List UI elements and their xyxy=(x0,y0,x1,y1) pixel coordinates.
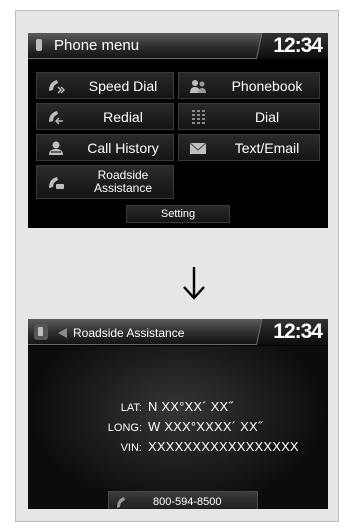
roadside-assistance-button[interactable]: Roadside Assistance xyxy=(36,165,174,199)
figure-panel: Phone menu 12:34 Speed Dial Phonebook Re… xyxy=(15,10,339,522)
roadside-assistance-screen: Roadside Assistance 12:34 LAT: N XX°XX´ … xyxy=(28,319,328,509)
speed-dial-label: Speed Dial xyxy=(88,77,158,94)
redial-label: Redial xyxy=(103,108,143,125)
clock: 12:34 xyxy=(273,320,323,343)
call-number-button[interactable]: 800-594-8500 xyxy=(108,491,258,509)
roadside-label-line2: Assistance xyxy=(93,181,153,195)
vin-value: XXXXXXXXXXXXXXXXX xyxy=(148,439,299,454)
call-history-icon xyxy=(49,141,63,155)
clock: 12:34 xyxy=(273,34,323,57)
latitude-value: N XX°XX´ XX˝ xyxy=(148,399,233,414)
phonebook-button[interactable]: Phonebook xyxy=(178,72,320,99)
location-info-panel: LAT: N XX°XX´ XX˝ LONG: W XXX°XXXX´ XX˝ … xyxy=(28,346,328,509)
screen-title: Roadside Assistance xyxy=(73,326,185,340)
dial-keypad-icon xyxy=(192,110,205,124)
longitude-label: LONG: xyxy=(107,422,142,434)
latitude-label: LAT: xyxy=(120,402,142,414)
phonebook-label: Phonebook xyxy=(231,77,303,94)
text-email-label: Text/Email xyxy=(234,139,300,156)
roadside-assistance-label: Roadside Assistance xyxy=(77,169,169,195)
handset-icon xyxy=(117,497,125,508)
dial-button[interactable]: Dial xyxy=(178,103,320,130)
down-arrow-icon xyxy=(183,267,205,300)
setting-button[interactable]: Setting xyxy=(126,205,230,223)
vin-row: VIN: XXXXXXXXXXXXXXXXX xyxy=(28,439,328,457)
call-number-label: 800-594-8500 xyxy=(153,496,222,508)
roadside-icon xyxy=(49,177,64,189)
redial-button[interactable]: Redial xyxy=(36,103,174,130)
phone-icon xyxy=(34,324,48,340)
phone-menu-screen: Phone menu 12:34 Speed Dial Phonebook Re… xyxy=(28,33,328,228)
back-arrow-icon[interactable] xyxy=(58,328,67,338)
call-history-button[interactable]: Call History xyxy=(36,134,174,161)
title-bar: Phone menu 12:34 xyxy=(28,33,328,59)
screen-title: Phone menu xyxy=(54,37,140,54)
text-email-button[interactable]: Text/Email xyxy=(178,134,320,161)
longitude-value: W XXX°XXXX´ XX˝ xyxy=(148,419,263,434)
phone-icon xyxy=(36,39,42,51)
redial-icon xyxy=(49,111,63,125)
vin-label: VIN: xyxy=(120,442,142,454)
dial-label: Dial xyxy=(254,108,280,125)
phonebook-icon xyxy=(190,80,206,93)
envelope-icon xyxy=(189,142,207,154)
title-bar: Roadside Assistance 12:34 xyxy=(28,319,328,345)
call-history-label: Call History xyxy=(87,139,159,156)
speed-dial-icon xyxy=(49,80,65,94)
speed-dial-button[interactable]: Speed Dial xyxy=(36,72,174,99)
roadside-label-line1: Roadside xyxy=(97,168,149,182)
latitude-row: LAT: N XX°XX´ XX˝ xyxy=(28,399,328,417)
longitude-row: LONG: W XXX°XXXX´ XX˝ xyxy=(28,419,328,437)
